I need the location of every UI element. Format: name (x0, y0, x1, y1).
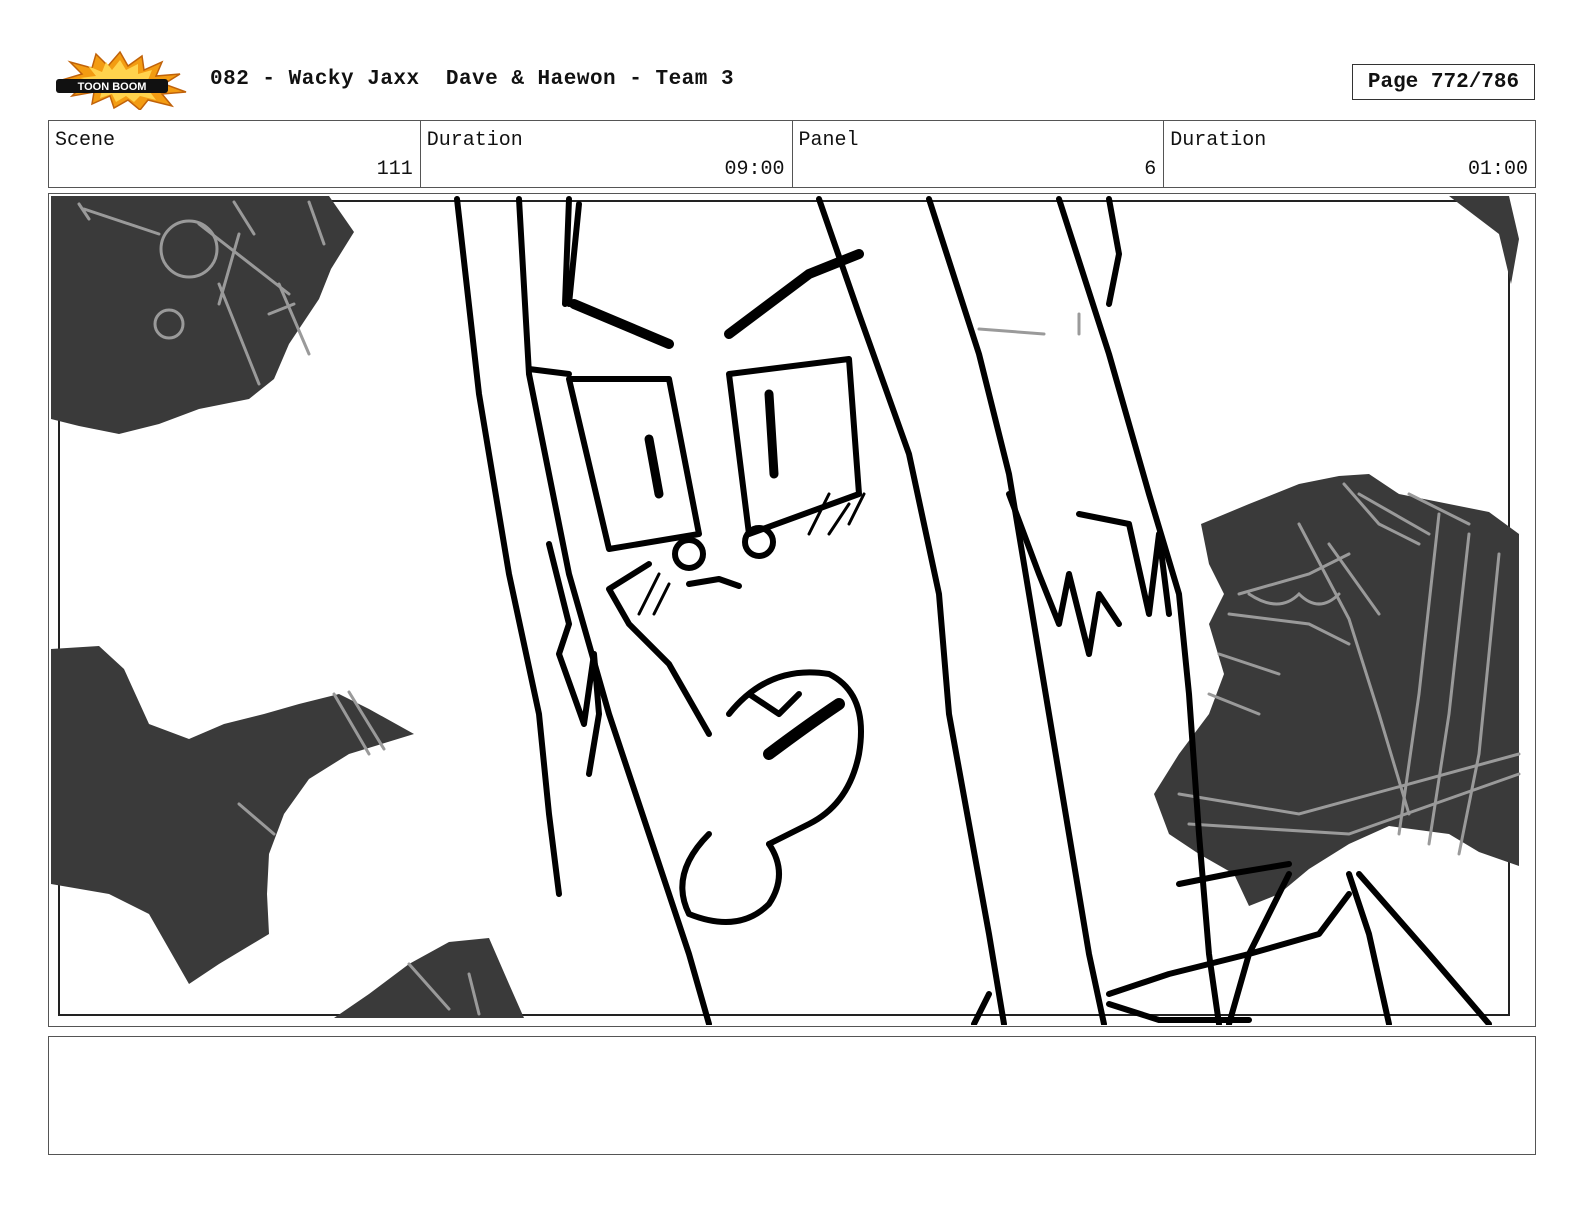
logo-text: TOON BOOM (78, 81, 147, 93)
scene-label: Scene (55, 129, 116, 152)
page-indicator: Page 772/786 (1352, 64, 1535, 100)
scene-duration-label: Duration (426, 129, 523, 152)
storyboard-title: 082 - Wacky Jaxx Dave & Haewon - Team 3 (210, 68, 735, 91)
panel-value: 6 (1144, 158, 1157, 181)
panel-cell: Panel 6 (793, 121, 1165, 187)
panel-info-table: Scene 111 Duration 09:00 Panel 6 Duratio… (48, 120, 1536, 188)
background-shapes (51, 196, 1519, 1018)
panel-label: Panel (798, 129, 859, 152)
panel-duration-cell: Duration 01:00 (1164, 121, 1535, 187)
panel-notes-box (48, 1036, 1536, 1155)
panel-drawing (51, 196, 1521, 1025)
toon-boom-logo: TOON BOOM (56, 50, 187, 110)
scene-duration-value: 09:00 (724, 158, 785, 181)
scene-cell: Scene 111 (49, 121, 421, 187)
panel-duration-value: 01:00 (1467, 158, 1528, 181)
scene-duration-cell: Duration 09:00 (421, 121, 793, 187)
scene-value: 111 (376, 158, 413, 181)
storyboard-panel (48, 193, 1536, 1027)
panel-duration-label: Duration (1170, 129, 1267, 152)
